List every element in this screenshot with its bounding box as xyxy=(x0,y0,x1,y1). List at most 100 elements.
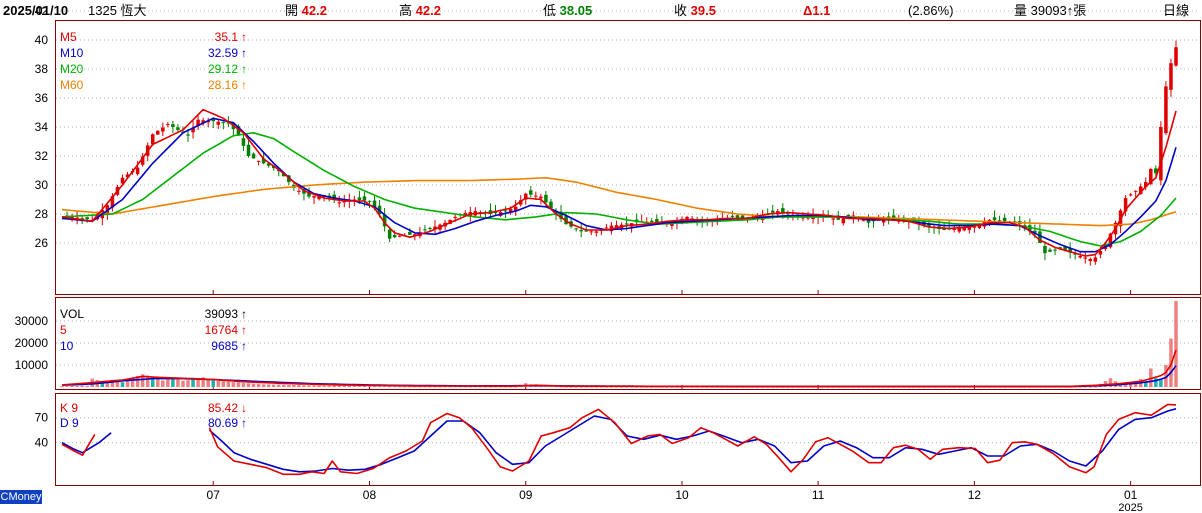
candle-down xyxy=(992,217,997,221)
candle-down xyxy=(171,124,175,127)
candle-down xyxy=(740,215,745,218)
candle-up xyxy=(841,218,846,224)
volume-bar xyxy=(186,380,190,387)
candle-down xyxy=(503,210,508,212)
candle-up xyxy=(256,160,261,162)
kd-tick-label: 70 xyxy=(35,411,49,425)
volume-bar xyxy=(221,381,226,387)
cmoney-logo: CMoney xyxy=(0,490,42,504)
volume-bar xyxy=(231,382,236,387)
legend-value: 80.69 xyxy=(208,416,238,430)
volume-bar xyxy=(176,379,180,387)
candle-down xyxy=(730,215,735,217)
volume-ma-lines xyxy=(61,349,1177,388)
legend-arrow: ↑ xyxy=(241,78,247,92)
candle-down xyxy=(251,153,256,159)
candle-down xyxy=(529,190,533,195)
candle-up xyxy=(589,231,594,233)
candle-up xyxy=(604,227,609,229)
price-tick-label: 36 xyxy=(35,91,49,105)
candle-up xyxy=(1078,256,1082,258)
candle-down xyxy=(579,230,583,232)
volume-bar xyxy=(322,385,326,387)
moving-average-lines xyxy=(61,108,1177,257)
d-line xyxy=(208,408,1177,473)
month-label: 07 xyxy=(207,488,221,502)
candle-up xyxy=(337,202,341,204)
candle-up xyxy=(1093,257,1098,262)
candle-up xyxy=(166,124,170,126)
candle-up xyxy=(216,121,221,125)
month-label: 09 xyxy=(519,488,533,502)
candle-down xyxy=(1053,249,1057,251)
candle-down xyxy=(624,223,629,225)
month-label: 08 xyxy=(363,488,377,502)
volume-ma5-line xyxy=(61,349,1177,388)
legend-arrow: ↑ xyxy=(241,307,247,321)
volume-bar xyxy=(80,385,84,387)
legend-name: M60 xyxy=(60,78,84,92)
volume-bar xyxy=(181,380,185,387)
candle-up xyxy=(861,220,866,222)
volume-y-axis: 10000 20000 30000 xyxy=(15,314,49,372)
candle-down xyxy=(246,144,251,156)
candle-down xyxy=(392,235,397,238)
volume-bar xyxy=(261,384,266,387)
volume-bar xyxy=(216,380,221,387)
candle-down xyxy=(997,220,1002,222)
volume-bar xyxy=(302,385,306,387)
legend-name: VOL xyxy=(60,307,84,321)
legend-arrow: ↑ xyxy=(241,62,247,76)
price-tick-label: 32 xyxy=(35,149,49,163)
candle-up xyxy=(1169,63,1173,90)
volume-bar xyxy=(65,386,69,388)
candle-down xyxy=(176,127,180,130)
volume-bar xyxy=(266,384,271,387)
candle-down xyxy=(423,229,427,231)
volume-bar xyxy=(332,385,336,387)
volume-bar xyxy=(327,385,331,387)
x-axis: 07 08 09 10 11 12 012025 xyxy=(207,488,1143,513)
candle-down xyxy=(408,231,412,235)
legend-arrow: ↑ xyxy=(241,30,247,44)
candle-down xyxy=(387,229,392,239)
candle-up xyxy=(1083,257,1088,259)
candle-up xyxy=(1174,47,1178,66)
candle-down xyxy=(357,197,362,200)
volume-bar xyxy=(347,385,352,387)
month-label: 10 xyxy=(675,488,689,502)
legend-arrow: ↑ xyxy=(241,339,247,353)
k-line xyxy=(208,403,1177,476)
year-label: 2025 xyxy=(1118,502,1142,513)
legend-arrow: ↓ xyxy=(241,401,247,415)
volume-bar xyxy=(120,382,125,387)
candle-up xyxy=(1133,190,1138,192)
candle-up xyxy=(135,167,140,175)
candle-up xyxy=(156,130,160,135)
candle-down xyxy=(770,210,775,213)
volume-bar xyxy=(276,384,281,387)
volume-bar xyxy=(297,385,301,387)
candle-up xyxy=(312,196,316,198)
stock-chart-window: 2025/01/10 1325 恆大 開 42.2 高 42.2 低 38.05… xyxy=(0,0,1202,513)
legend-name: 5 xyxy=(60,323,67,337)
candle-up xyxy=(957,228,962,232)
candle-down xyxy=(428,228,432,230)
volume-bar xyxy=(282,384,286,387)
legend-name: M5 xyxy=(60,30,77,44)
volume-tick-label: 20000 xyxy=(15,336,49,350)
candle-down xyxy=(650,220,654,223)
price-tick-label: 28 xyxy=(35,207,49,221)
month-label: 01 xyxy=(1124,488,1138,502)
kd-tick-label: 40 xyxy=(35,436,49,450)
price-tick-label: 34 xyxy=(35,120,49,134)
legend-arrow: ↑ xyxy=(241,416,247,430)
volume-bar xyxy=(70,385,74,387)
legend-name: M10 xyxy=(60,46,84,60)
volume-bar xyxy=(256,384,261,387)
chart-svg: 262830323436384042 100002000030000 4070 … xyxy=(15,4,1201,513)
candle-down xyxy=(241,138,246,146)
candle-down xyxy=(574,228,578,230)
candle-down xyxy=(1043,245,1047,254)
candle-up xyxy=(534,195,538,197)
